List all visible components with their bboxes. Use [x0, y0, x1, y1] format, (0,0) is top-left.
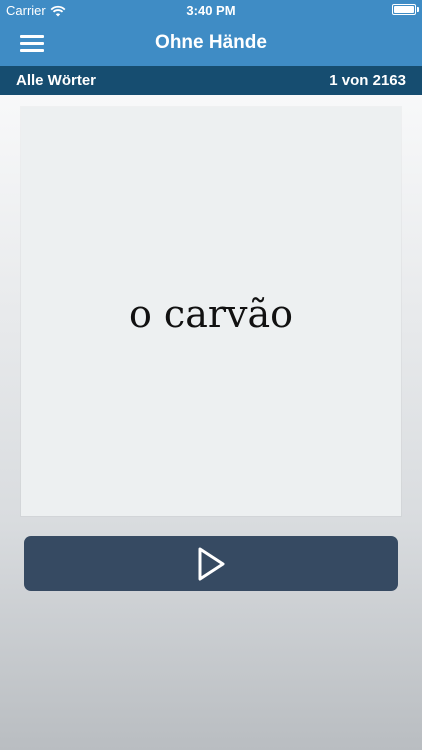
page-title: Ohne Hände [155, 32, 267, 53]
status-time: 3:40 PM [186, 3, 236, 18]
header: Carrier 3:40 PM Ohne Hände [0, 0, 422, 66]
flashcard-word: o carvão [128, 292, 294, 336]
menu-line-middle [20, 42, 44, 45]
navigation-bar: Ohne Hände [0, 20, 422, 66]
deck-info-bar: Alle Wörter 1 von 2163 [0, 66, 422, 95]
play-button[interactable] [24, 536, 398, 591]
battery-fill [394, 6, 414, 13]
flashcard[interactable]: o carvão [21, 107, 401, 516]
play-icon [198, 547, 225, 580]
deck-name: Alle Wörter [16, 72, 97, 89]
status-bar: Carrier 3:40 PM [0, 0, 422, 20]
battery-tip [417, 7, 419, 12]
hamburger-menu-icon[interactable] [20, 35, 44, 53]
card-counter: 1 von 2163 [329, 72, 406, 89]
menu-line-top [20, 35, 44, 38]
menu-line-bottom [20, 49, 44, 52]
battery-icon [392, 4, 416, 15]
